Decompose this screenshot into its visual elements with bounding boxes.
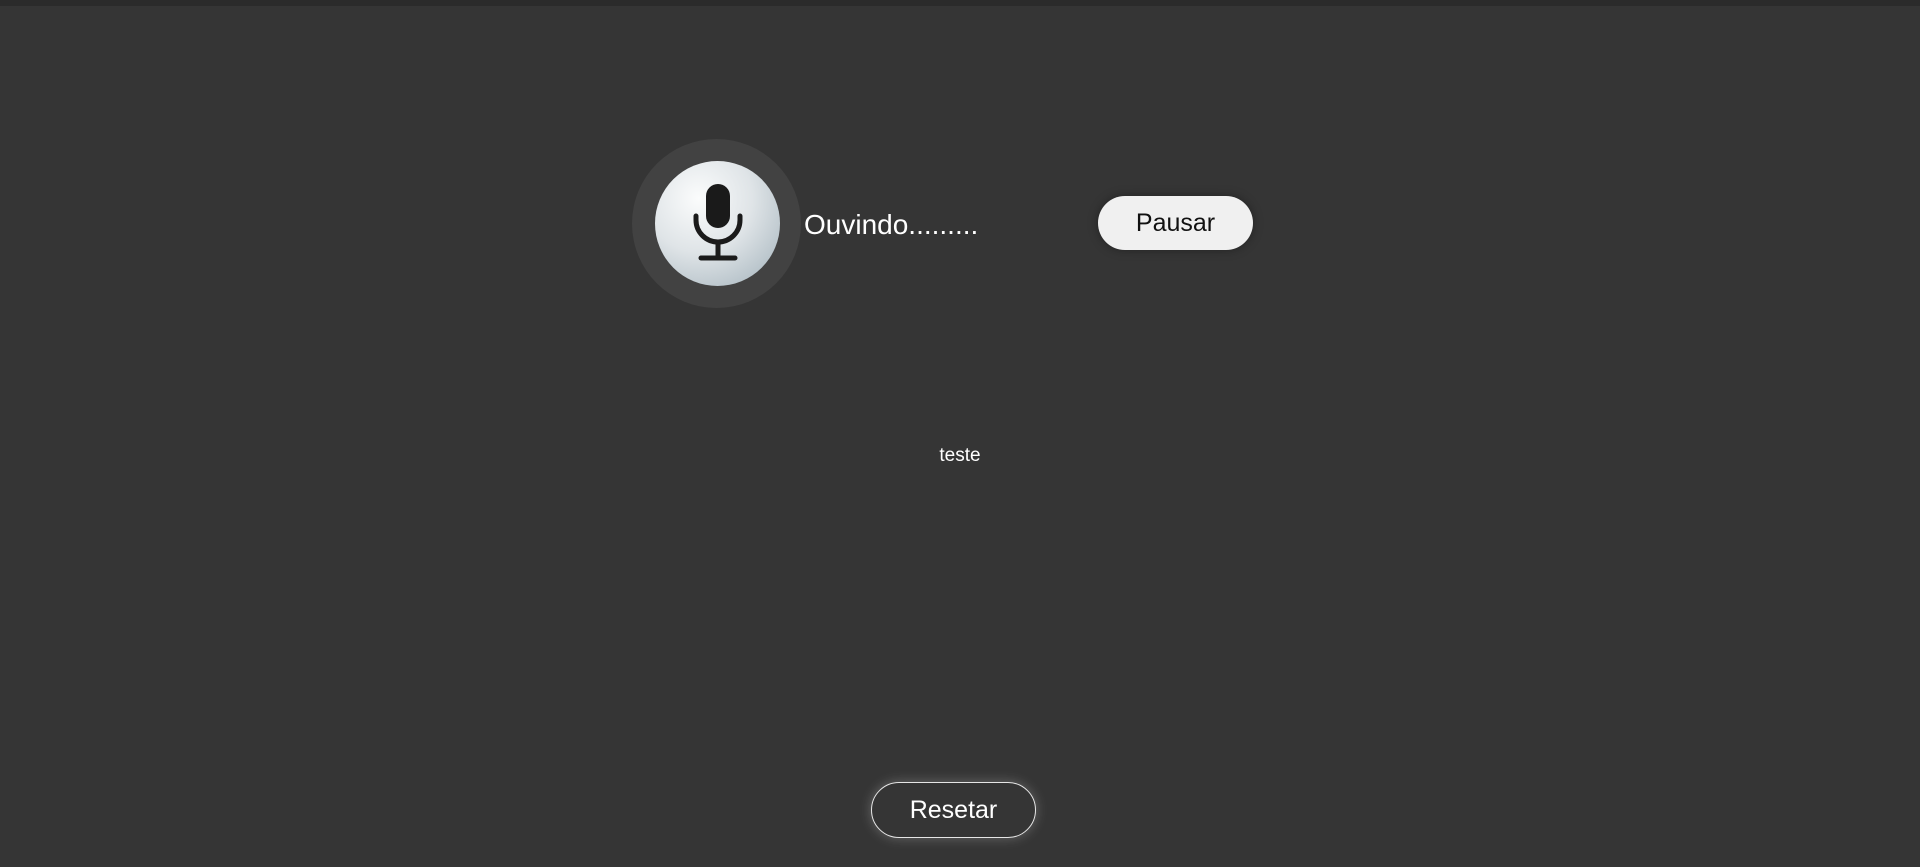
- transcript-area: teste: [0, 444, 1920, 468]
- listening-status: Ouvindo.........: [804, 209, 979, 240]
- microphone-button[interactable]: [655, 161, 780, 286]
- reset-button[interactable]: Resetar: [871, 782, 1036, 838]
- pause-button[interactable]: Pausar: [1098, 196, 1253, 250]
- microphone-icon: [693, 183, 742, 260]
- transcript-text: teste: [939, 445, 981, 466]
- top-bar: [0, 0, 1920, 6]
